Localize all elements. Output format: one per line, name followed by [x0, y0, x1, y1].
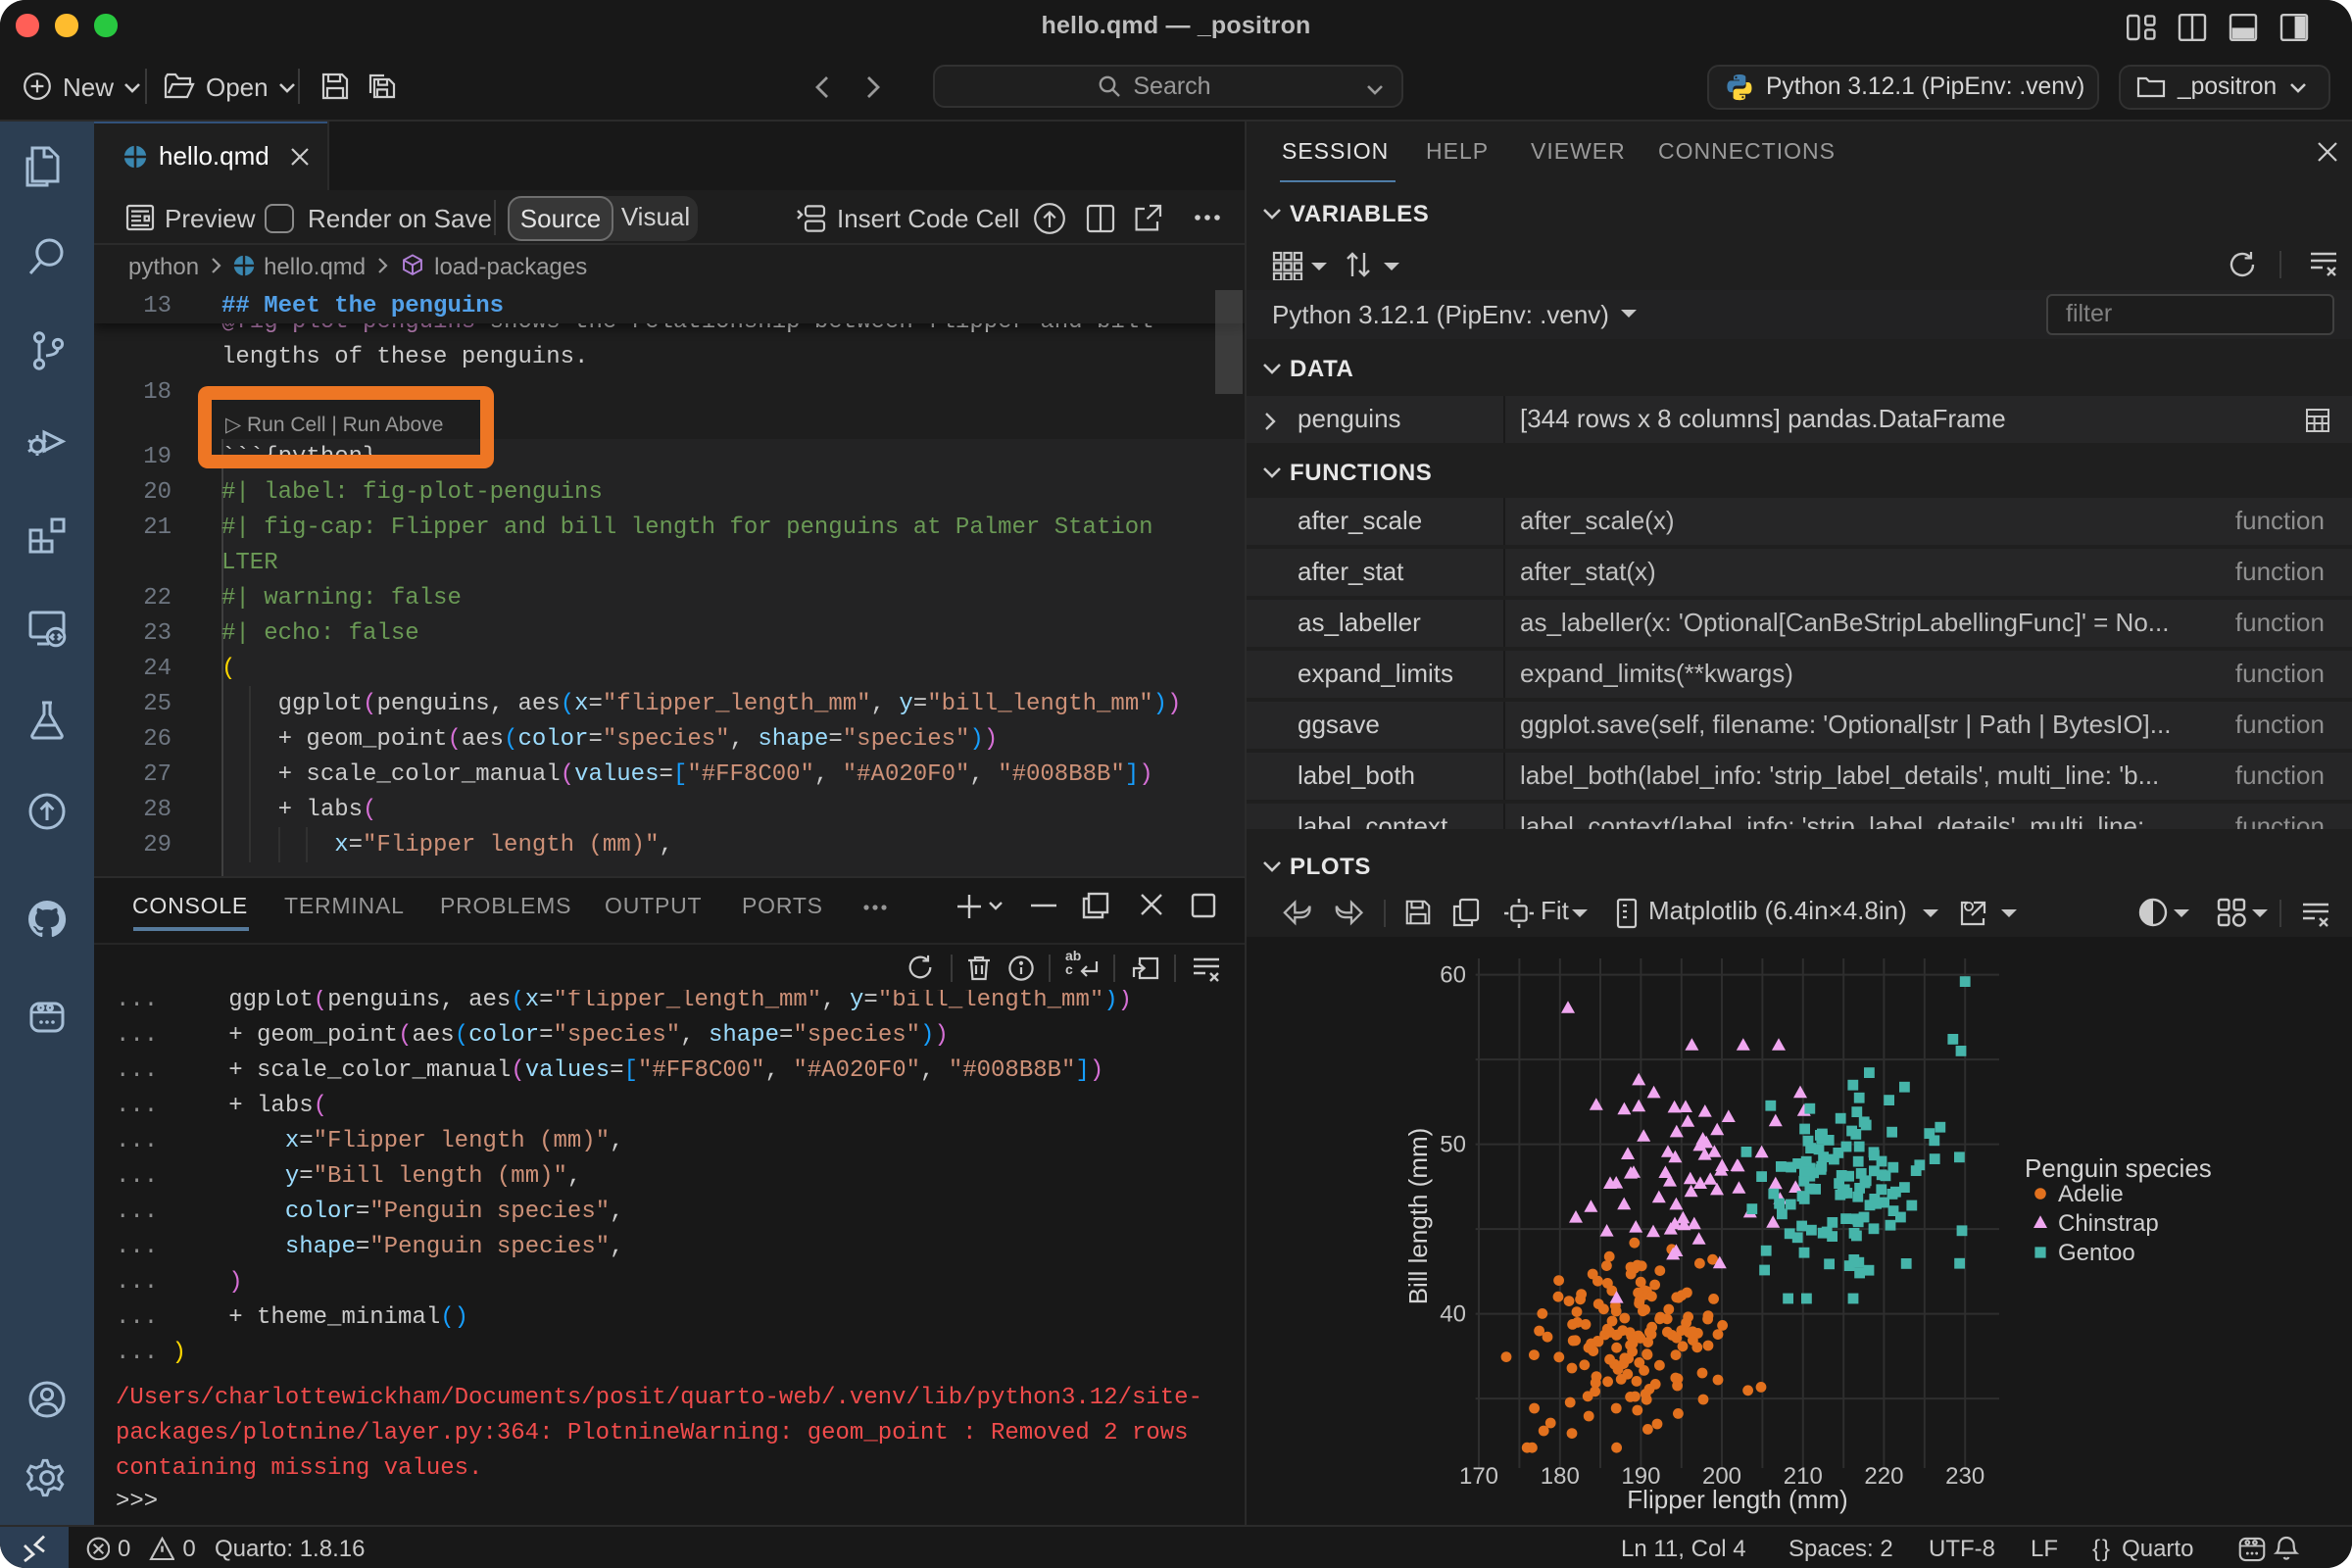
svg-text:Adelie: Adelie: [2058, 1180, 2124, 1206]
svg-text:Gentoo: Gentoo: [2058, 1239, 2135, 1265]
svg-text:Penguin species: Penguin species: [2025, 1152, 2212, 1182]
svg-text:Flipper length (mm): Flipper length (mm): [1627, 1484, 1847, 1513]
svg-text:Chinstrap: Chinstrap: [2058, 1209, 2159, 1236]
svg-text:180: 180: [1541, 1462, 1580, 1489]
svg-text:50: 50: [1440, 1131, 1466, 1157]
svg-text:Bill length (mm): Bill length (mm): [1403, 1127, 1433, 1304]
svg-text:220: 220: [1864, 1462, 1903, 1489]
svg-text:170: 170: [1459, 1462, 1498, 1489]
svg-text:230: 230: [1945, 1462, 1984, 1489]
svg-text:60: 60: [1440, 961, 1466, 988]
svg-text:40: 40: [1440, 1300, 1466, 1327]
